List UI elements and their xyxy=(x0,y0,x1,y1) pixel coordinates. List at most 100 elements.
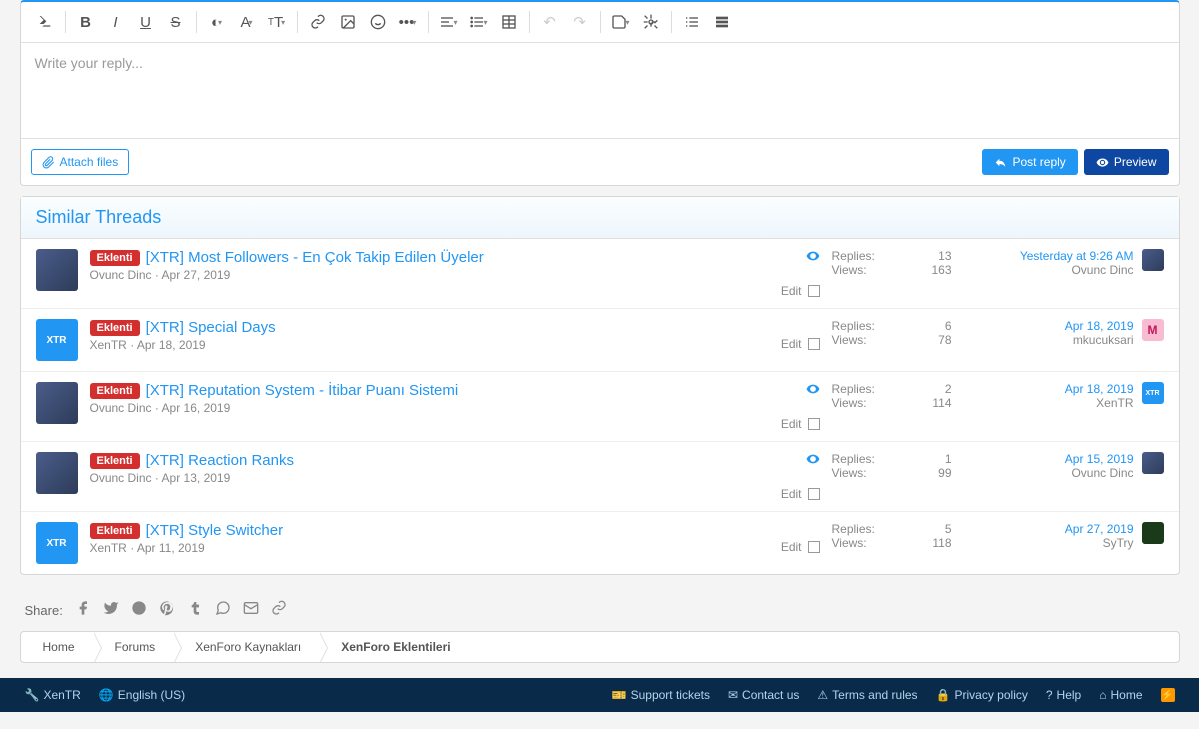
bold-icon[interactable]: B xyxy=(72,8,100,36)
strike-icon[interactable]: S xyxy=(162,8,190,36)
thread-title-link[interactable]: [XTR] Special Days xyxy=(146,319,276,336)
thread-avatar[interactable] xyxy=(36,452,78,494)
share-row: Share: xyxy=(20,590,1180,631)
reply-textarea[interactable]: Write your reply... xyxy=(21,43,1179,138)
footer-help-link[interactable]: ? Help xyxy=(1046,688,1081,702)
thread-author-link[interactable]: Ovunc Dinc xyxy=(90,471,152,485)
select-checkbox[interactable] xyxy=(808,541,820,553)
edit-link[interactable]: Edit xyxy=(781,337,802,351)
last-post-date[interactable]: Yesterday at 9:26 AM xyxy=(1020,249,1134,263)
thread-author-link[interactable]: XenTR xyxy=(90,541,127,555)
thread-avatar[interactable]: XTR xyxy=(36,522,78,564)
edit-link[interactable]: Edit xyxy=(781,417,802,431)
thread-avatar[interactable]: XTR xyxy=(36,319,78,361)
last-post-date[interactable]: Apr 27, 2019 xyxy=(1065,522,1134,536)
thread-row: XTR Eklenti [XTR] Style Switcher XenTR ·… xyxy=(21,512,1179,574)
thread-row: Eklenti [XTR] Reputation System - İtibar… xyxy=(21,372,1179,442)
views-label: Views: xyxy=(832,536,867,550)
copy-link-icon[interactable] xyxy=(271,600,287,621)
last-poster-avatar[interactable] xyxy=(1142,452,1164,474)
last-post-user[interactable]: SyTry xyxy=(1065,536,1134,550)
edit-link[interactable]: Edit xyxy=(781,540,802,554)
reddit-icon[interactable] xyxy=(131,600,147,621)
footer-language-link[interactable]: 🌐 English (US) xyxy=(99,688,185,702)
twitter-icon[interactable] xyxy=(103,600,119,621)
select-checkbox[interactable] xyxy=(808,418,820,430)
breadcrumb-addons[interactable]: XenForo Eklentileri xyxy=(319,632,468,662)
table-icon[interactable] xyxy=(495,8,523,36)
select-checkbox[interactable] xyxy=(808,285,820,297)
image-icon[interactable] xyxy=(334,8,362,36)
last-post-user[interactable]: XenTR xyxy=(1065,396,1134,410)
thread-author-link[interactable]: XenTR xyxy=(90,338,127,352)
last-poster-avatar[interactable]: XTR xyxy=(1142,382,1164,404)
last-post-date[interactable]: Apr 18, 2019 xyxy=(1065,382,1134,396)
post-reply-button[interactable]: Post reply xyxy=(982,149,1077,175)
footer-xentr-link[interactable]: 🔧 XenTR xyxy=(25,688,81,702)
link-icon[interactable] xyxy=(304,8,332,36)
thread-title-link[interactable]: [XTR] Most Followers - En Çok Takip Edil… xyxy=(146,249,484,266)
bbcode-list-icon[interactable] xyxy=(678,8,706,36)
breadcrumb-home[interactable]: Home xyxy=(21,632,93,662)
edit-link[interactable]: Edit xyxy=(781,487,802,501)
footer-terms-link[interactable]: ⚠ Terms and rules xyxy=(817,688,917,702)
footer-privacy-link[interactable]: 🔒 Privacy policy xyxy=(936,688,1028,702)
last-post-user[interactable]: Ovunc Dinc xyxy=(1065,466,1134,480)
tumblr-icon[interactable] xyxy=(187,600,203,621)
thread-date: Apr 27, 2019 xyxy=(162,268,231,282)
footer-home-link[interactable]: ⌂ Home xyxy=(1099,688,1142,702)
font-family-icon[interactable]: A▾ xyxy=(233,8,261,36)
preview-button[interactable]: Preview xyxy=(1084,149,1169,175)
redo-icon[interactable]: ↷ xyxy=(566,8,594,36)
views-label: Views: xyxy=(832,396,867,410)
thread-avatar[interactable] xyxy=(36,382,78,424)
more-icon[interactable]: •••▾ xyxy=(394,8,422,36)
italic-icon[interactable]: I xyxy=(102,8,130,36)
footer-contact-link[interactable]: ✉ Contact us xyxy=(728,688,799,702)
last-poster-avatar[interactable]: M xyxy=(1142,319,1164,341)
pinterest-icon[interactable] xyxy=(159,600,175,621)
attach-files-button[interactable]: Attach files xyxy=(31,149,130,175)
thread-title-link[interactable]: [XTR] Style Switcher xyxy=(146,522,284,539)
views-count: 118 xyxy=(932,536,951,550)
last-post-user[interactable]: mkucuksari xyxy=(1065,333,1134,347)
save-draft-icon[interactable]: ▾ xyxy=(607,8,635,36)
rss-icon[interactable]: ⚡ xyxy=(1161,688,1175,702)
align-icon[interactable]: ▾ xyxy=(435,8,463,36)
thread-title-link[interactable]: [XTR] Reputation System - İtibar Puanı S… xyxy=(146,382,459,399)
thread-author-link[interactable]: Ovunc Dinc xyxy=(90,401,152,415)
gear-icon[interactable] xyxy=(637,8,665,36)
emoji-icon[interactable] xyxy=(364,8,392,36)
breadcrumb-resources[interactable]: XenForo Kaynakları xyxy=(173,632,319,662)
views-label: Views: xyxy=(832,263,867,277)
facebook-icon[interactable] xyxy=(75,600,91,621)
toggle-bbcode-icon[interactable] xyxy=(708,8,736,36)
thread-title-link[interactable]: [XTR] Reaction Ranks xyxy=(146,452,294,469)
list-icon[interactable]: ▾ xyxy=(465,8,493,36)
last-poster-avatar[interactable] xyxy=(1142,249,1164,271)
text-color-icon[interactable]: ◐▾ xyxy=(203,8,231,36)
last-poster-avatar[interactable] xyxy=(1142,522,1164,544)
underline-icon[interactable]: U xyxy=(132,8,160,36)
last-post-date[interactable]: Apr 15, 2019 xyxy=(1065,452,1134,466)
addon-badge: Eklenti xyxy=(90,383,140,399)
footer-support-link[interactable]: 🎫 Support tickets xyxy=(612,688,710,702)
thread-author-link[interactable]: Ovunc Dinc xyxy=(90,268,152,282)
last-post-user[interactable]: Ovunc Dinc xyxy=(1020,263,1134,277)
thread-avatar[interactable] xyxy=(36,249,78,291)
undo-icon[interactable]: ↶ xyxy=(536,8,564,36)
email-icon[interactable] xyxy=(243,600,259,621)
last-post-date[interactable]: Apr 18, 2019 xyxy=(1065,319,1134,333)
thread-row: Eklenti [XTR] Most Followers - En Çok Ta… xyxy=(21,239,1179,309)
thread-row: XTR Eklenti [XTR] Special Days XenTR · A… xyxy=(21,309,1179,372)
select-checkbox[interactable] xyxy=(808,338,820,350)
select-checkbox[interactable] xyxy=(808,488,820,500)
replies-count: 6 xyxy=(945,319,952,333)
edit-link[interactable]: Edit xyxy=(781,284,802,298)
thread-date: Apr 11, 2019 xyxy=(137,541,205,555)
breadcrumbs: Home Forums XenForo Kaynakları XenForo E… xyxy=(20,631,1180,663)
font-size-icon[interactable]: TT▾ xyxy=(263,8,291,36)
whatsapp-icon[interactable] xyxy=(215,600,231,621)
clear-format-icon[interactable] xyxy=(31,8,59,36)
breadcrumb-forums[interactable]: Forums xyxy=(93,632,174,662)
